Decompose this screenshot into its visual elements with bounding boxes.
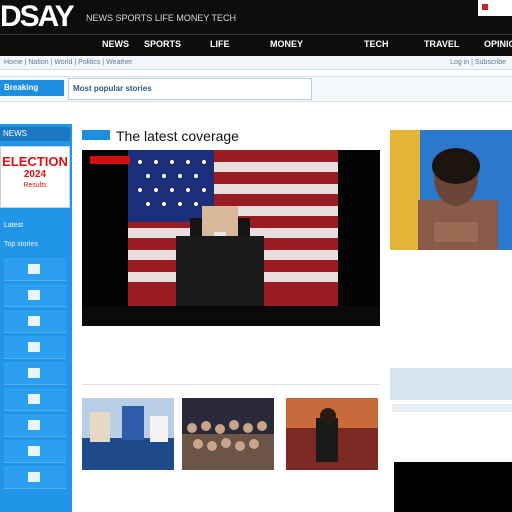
live-badge: [90, 156, 130, 164]
main-photo[interactable]: [82, 150, 380, 326]
thumbnail-1-caption[interactable]: [82, 474, 178, 488]
sidebar-item[interactable]: [4, 258, 66, 281]
right-photo[interactable]: [390, 130, 512, 250]
ad-bar: [392, 404, 512, 412]
nav-item-tech[interactable]: TECH: [364, 39, 389, 49]
election-promo[interactable]: ELECTION 2024 Results: [0, 146, 70, 208]
right-story-sub[interactable]: [390, 354, 512, 364]
sidebar-item[interactable]: [4, 284, 66, 307]
sidebar-sub-1[interactable]: Latest: [0, 222, 70, 232]
thumbnail-3-caption[interactable]: [286, 474, 382, 488]
thumbnail-1[interactable]: [82, 398, 174, 470]
nav-item-sports[interactable]: SPORTS: [144, 39, 181, 49]
promo-line-2: 2024: [23, 169, 47, 180]
site-logo[interactable]: DSAY: [0, 2, 82, 32]
promo-line-1: ELECTION: [2, 154, 68, 169]
thumbnail-2-image: [182, 398, 274, 470]
thumbnail-1-image: [82, 398, 174, 470]
sidebar-item[interactable]: [4, 336, 66, 359]
nav-item-life[interactable]: LIFE: [210, 39, 230, 49]
main-nav: NEWS SPORTS LIFE MONEY TECH TRAVEL OPINI…: [0, 34, 512, 56]
nav-item-opinion[interactable]: OPINION: [484, 39, 512, 49]
sub-nav: Home | Nation | World | Politics | Weath…: [0, 56, 512, 70]
ad-banner[interactable]: [390, 368, 512, 400]
breaking-label[interactable]: Breaking: [0, 80, 64, 96]
ad-block[interactable]: [394, 462, 512, 512]
nav-item-travel[interactable]: TRAVEL: [424, 39, 459, 49]
sidebar-item[interactable]: [4, 362, 66, 385]
nav-item-news[interactable]: NEWS: [102, 39, 129, 49]
sub-nav-right[interactable]: Log in | Subscribe: [450, 56, 506, 69]
photo-caption-bar: [82, 306, 380, 326]
thumbnail-3[interactable]: [286, 398, 378, 470]
thumbnail-2-caption[interactable]: [182, 474, 278, 488]
sidebar-sub-2[interactable]: Top stories: [0, 241, 70, 251]
sidebar-item[interactable]: [4, 388, 66, 411]
ad-text[interactable]: [394, 426, 512, 462]
popular-box[interactable]: Most popular stories: [68, 78, 312, 100]
story-summary: [82, 333, 382, 365]
thumbnail-2[interactable]: [182, 398, 274, 470]
promo-line-3: Results: [23, 182, 47, 189]
story-meta: [82, 380, 162, 388]
sidebar-item[interactable]: [4, 440, 66, 463]
section-badge: [82, 130, 110, 140]
right-story-text[interactable]: [390, 268, 512, 334]
speaker-flag-image: [82, 150, 380, 326]
sidebar-item[interactable]: [4, 414, 66, 437]
sidebar-item[interactable]: [4, 310, 66, 333]
sidebar-title: NEWS: [0, 127, 70, 141]
nav-item-money[interactable]: MONEY: [270, 39, 303, 49]
thumbnail-3-image: [286, 398, 378, 470]
sub-nav-left[interactable]: Home | Nation | World | Politics | Weath…: [4, 59, 132, 66]
portrait-image: [390, 130, 512, 250]
sidebar-item[interactable]: [4, 466, 66, 489]
flag-icon[interactable]: [478, 0, 512, 16]
main-headline[interactable]: The latest coverage: [116, 127, 376, 145]
top-links[interactable]: NEWS SPORTS LIFE MONEY TECH: [86, 12, 386, 24]
